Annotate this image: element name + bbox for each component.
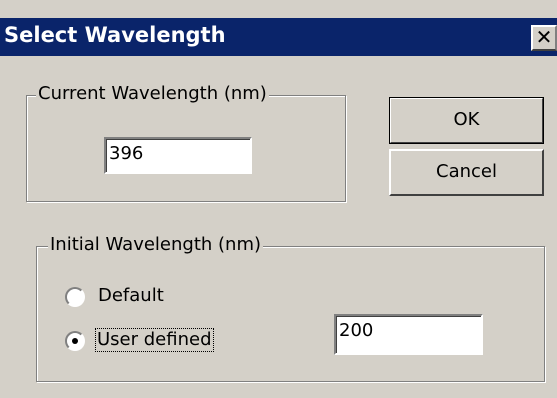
cancel-button[interactable]: Cancel bbox=[389, 149, 544, 196]
select-wavelength-dialog: Select Wavelength ✕ Current Wavelength (… bbox=[0, 0, 557, 398]
default-radio[interactable] bbox=[65, 287, 85, 307]
window-title: Select Wavelength bbox=[4, 23, 226, 47]
default-radio-label[interactable]: Default bbox=[98, 285, 164, 307]
title-bar[interactable]: Select Wavelength ✕ bbox=[0, 18, 557, 56]
close-button[interactable]: ✕ bbox=[531, 25, 557, 51]
radio-selected-dot bbox=[72, 338, 78, 344]
user-defined-wavelength-input[interactable]: 200 bbox=[334, 314, 483, 355]
user-defined-radio-label[interactable]: User defined bbox=[95, 328, 214, 352]
user-defined-radio[interactable] bbox=[65, 331, 85, 351]
current-wavelength-legend: Current Wavelength (nm) bbox=[36, 83, 269, 104]
close-icon: ✕ bbox=[535, 25, 553, 49]
ok-button-label: OK bbox=[453, 109, 480, 130]
ok-button[interactable]: OK bbox=[389, 97, 544, 144]
current-wavelength-input[interactable]: 396 bbox=[104, 137, 252, 174]
initial-wavelength-legend: Initial Wavelength (nm) bbox=[48, 234, 264, 255]
cancel-button-label: Cancel bbox=[436, 161, 497, 182]
